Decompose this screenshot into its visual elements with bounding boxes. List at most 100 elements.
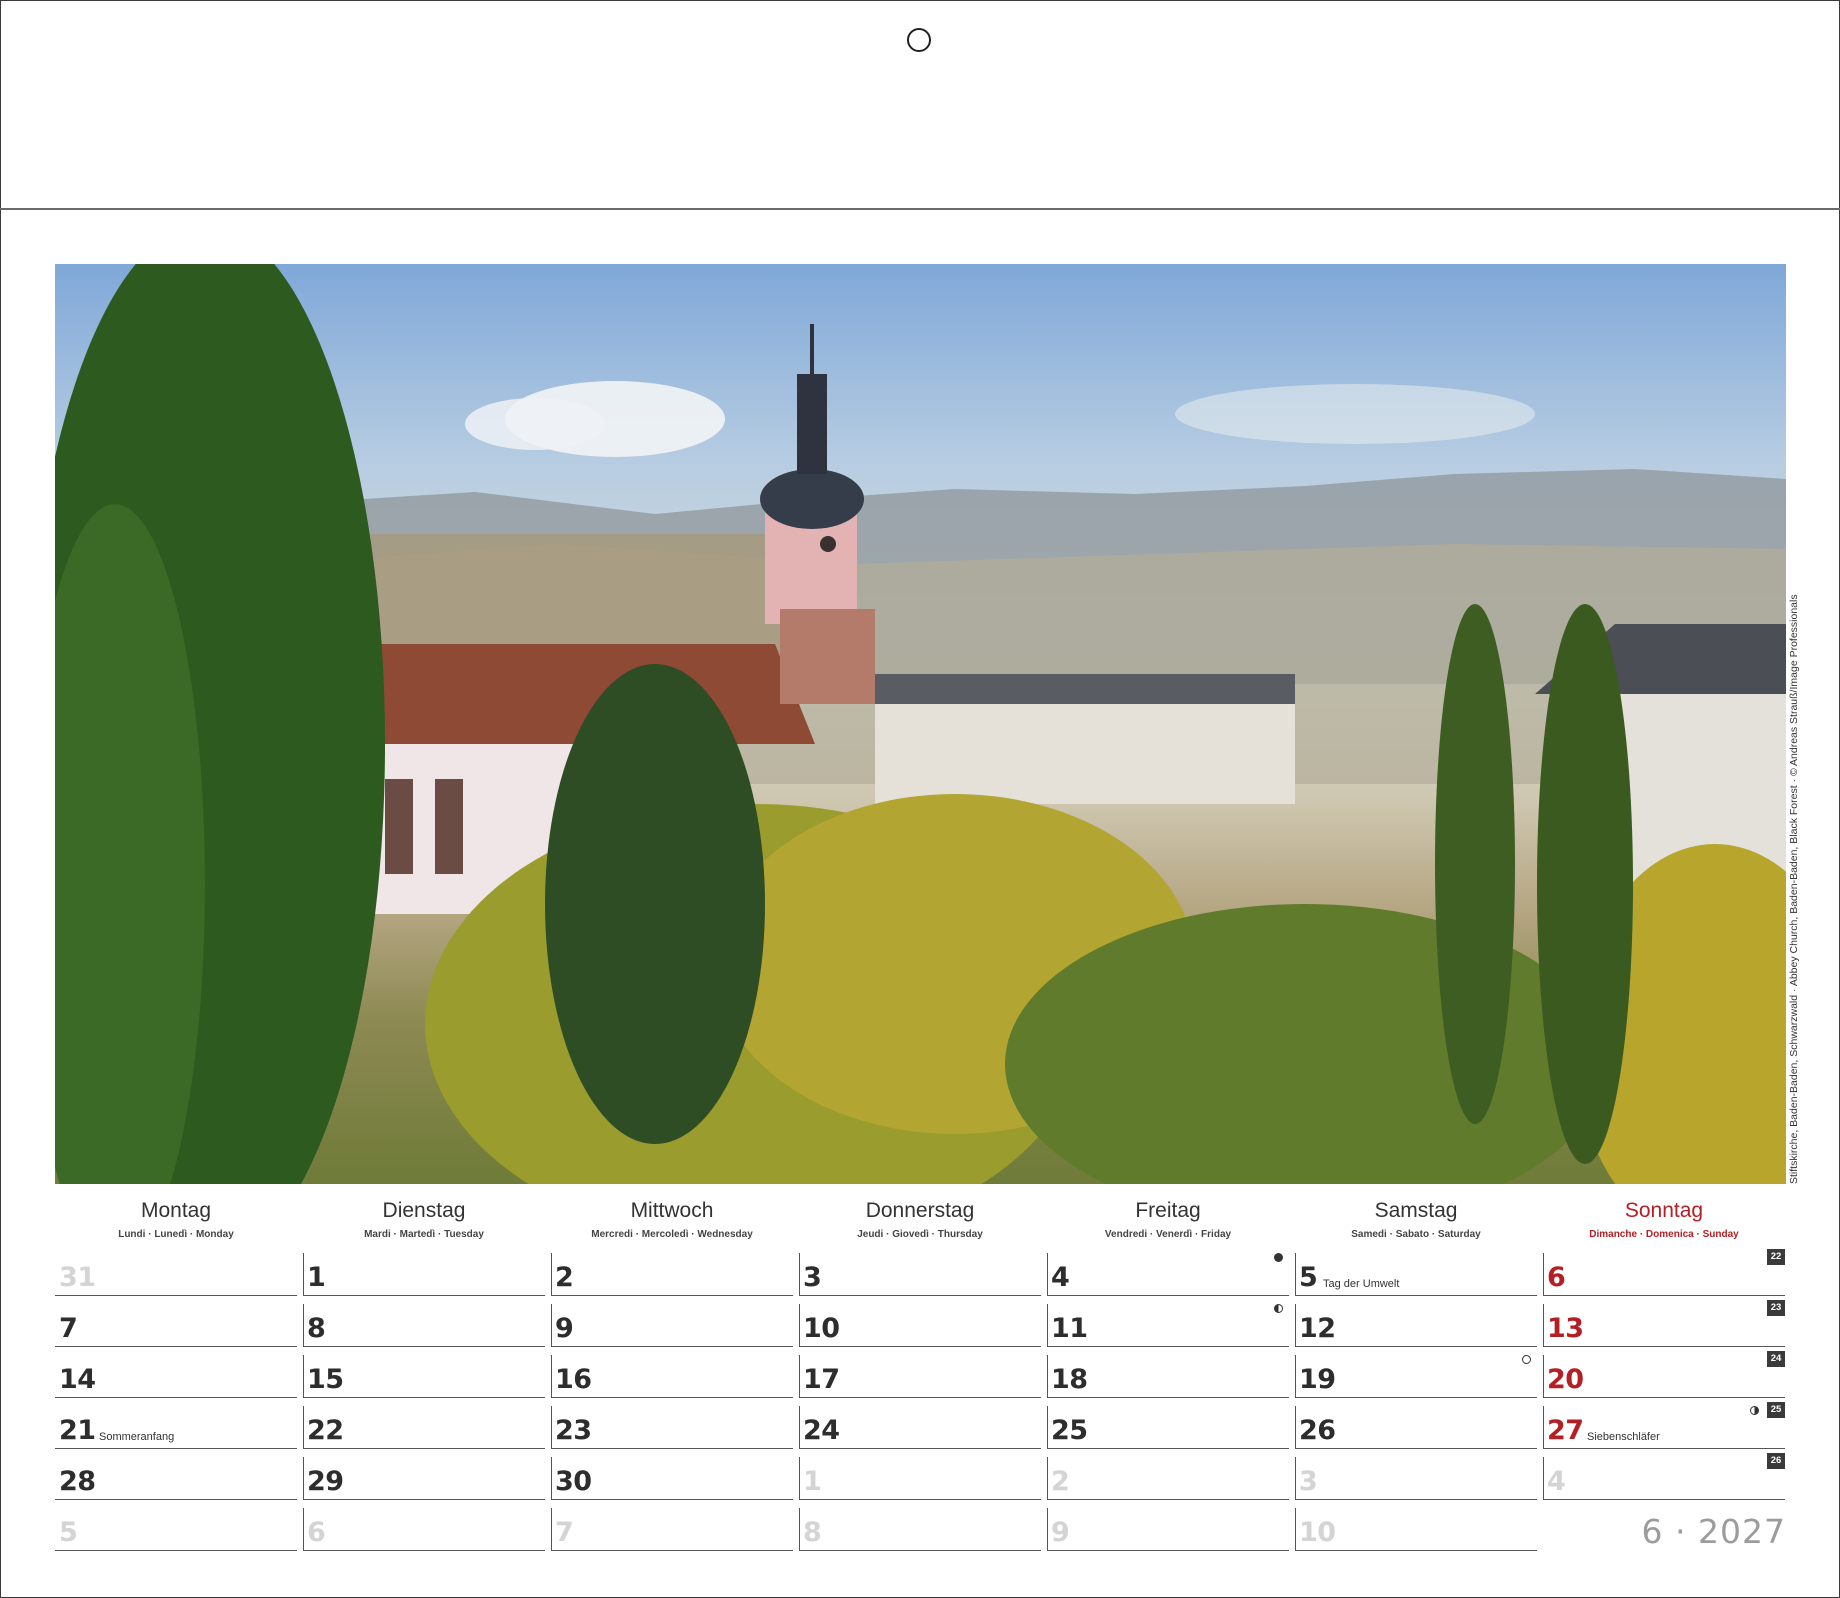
day-number: 2	[555, 1262, 574, 1293]
day-number: 1	[307, 1262, 326, 1293]
day-note: Siebenschläfer	[1587, 1431, 1660, 1443]
day-number: 14	[59, 1364, 96, 1395]
moon-phase-icon	[1750, 1406, 1759, 1415]
cell-divider	[551, 1253, 552, 1295]
day-cell: 4	[1047, 1247, 1289, 1296]
cell-divider	[799, 1355, 800, 1397]
day-cell: 6	[303, 1502, 545, 1551]
moon-phase-icon	[1274, 1304, 1283, 1313]
cell-divider	[303, 1406, 304, 1448]
day-cell: 29	[303, 1451, 545, 1500]
day-number: 23	[555, 1415, 592, 1446]
day-cell: 8	[799, 1502, 1041, 1551]
day-number: 21	[59, 1415, 96, 1446]
day-cell: 3	[1295, 1451, 1537, 1500]
day-number: 25	[1051, 1415, 1088, 1446]
hanging-hole	[907, 28, 931, 52]
cell-divider	[1047, 1253, 1048, 1295]
cell-divider	[303, 1457, 304, 1499]
day-number: 17	[803, 1364, 840, 1395]
day-number: 24	[803, 1415, 840, 1446]
week-number-badge: 22	[1767, 1249, 1785, 1265]
day-cell: 2	[1047, 1451, 1289, 1500]
day-cell: 14	[55, 1349, 297, 1398]
week-number-badge: 26	[1767, 1453, 1785, 1469]
day-cell: 17	[799, 1349, 1041, 1398]
day-number: 31	[59, 1262, 96, 1293]
day-number: 22	[307, 1415, 344, 1446]
day-cell: 28	[55, 1451, 297, 1500]
cell-divider	[303, 1355, 304, 1397]
day-number: 11	[1051, 1313, 1088, 1344]
day-number: 5	[59, 1517, 78, 1548]
weekday-translations: Jeudi · Giovedì · Thursday	[857, 1229, 983, 1240]
day-number: 4	[1547, 1466, 1566, 1497]
weekday-name: Freitag	[1135, 1199, 1201, 1222]
weekday-header-saturday: Samstag Samedi · Sabato · Saturday	[1295, 1196, 1537, 1244]
day-cell: 15	[303, 1349, 545, 1398]
day-cell: 12	[1295, 1298, 1537, 1347]
cell-divider	[303, 1304, 304, 1346]
weekday-translations: Mercredi · Mercoledì · Wednesday	[591, 1229, 753, 1240]
cell-divider	[799, 1508, 800, 1550]
day-number: 4	[1051, 1262, 1070, 1293]
cell-divider	[1047, 1304, 1048, 1346]
day-cell: 30	[551, 1451, 793, 1500]
day-cell: 9	[1047, 1502, 1289, 1551]
cell-divider	[551, 1457, 552, 1499]
month-year-label: 6 · 2027	[1641, 1512, 1786, 1551]
weekday-translations: Lundi · Lunedì · Monday	[118, 1229, 234, 1240]
day-cell: 23	[551, 1400, 793, 1449]
day-number: 27	[1547, 1415, 1584, 1446]
day-number: 10	[1299, 1517, 1336, 1548]
day-cell: 4 26	[1543, 1451, 1785, 1500]
cell-divider	[551, 1406, 552, 1448]
day-cell: 24	[799, 1400, 1041, 1449]
day-note: Tag der Umwelt	[1323, 1278, 1400, 1290]
cell-divider	[1543, 1355, 1544, 1397]
day-number: 10	[803, 1313, 840, 1344]
week-number-badge: 24	[1767, 1351, 1785, 1367]
weekday-name: Sonntag	[1624, 1199, 1704, 1222]
moon-phase-icon	[1522, 1355, 1531, 1364]
cell-divider	[1047, 1406, 1048, 1448]
day-number: 2	[1051, 1466, 1070, 1497]
cell-divider	[1295, 1304, 1296, 1346]
cell-divider	[551, 1304, 552, 1346]
cell-divider	[1543, 1406, 1544, 1448]
day-cell: 5 Tag der Umwelt	[1295, 1247, 1537, 1296]
day-number: 18	[1051, 1364, 1088, 1395]
day-number: 16	[555, 1364, 592, 1395]
cell-divider	[1543, 1253, 1544, 1295]
day-cell: 8	[303, 1298, 545, 1347]
day-cell: 7	[55, 1298, 297, 1347]
cell-divider	[1295, 1253, 1296, 1295]
cell-divider	[1047, 1355, 1048, 1397]
day-cell: 16	[551, 1349, 793, 1398]
day-number: 7	[555, 1517, 574, 1548]
day-number: 8	[307, 1313, 326, 1344]
day-cell: 1	[303, 1247, 545, 1296]
day-number: 1	[803, 1466, 822, 1497]
cell-divider	[1047, 1508, 1048, 1550]
day-cell: 9	[551, 1298, 793, 1347]
weekday-name: Mittwoch	[630, 1199, 714, 1222]
day-number: 9	[555, 1313, 574, 1344]
day-cell: 1	[799, 1451, 1041, 1500]
day-number: 6	[307, 1517, 326, 1548]
day-cell: 2	[551, 1247, 793, 1296]
day-number: 26	[1299, 1415, 1336, 1446]
day-cell: 21 Sommeranfang	[55, 1400, 297, 1449]
day-cell: 10	[1295, 1502, 1537, 1551]
day-cell: 10	[799, 1298, 1041, 1347]
day-number: 9	[1051, 1517, 1070, 1548]
weekday-name: Montag	[140, 1199, 212, 1222]
day-number: 12	[1299, 1313, 1336, 1344]
day-cell: 31	[55, 1247, 297, 1296]
day-cell: 18	[1047, 1349, 1289, 1398]
day-number: 29	[307, 1466, 344, 1497]
cell-divider	[1543, 1457, 1544, 1499]
day-number: 13	[1547, 1313, 1584, 1344]
calendar-photo	[55, 264, 1786, 1184]
weekday-name: Dienstag	[382, 1199, 466, 1222]
